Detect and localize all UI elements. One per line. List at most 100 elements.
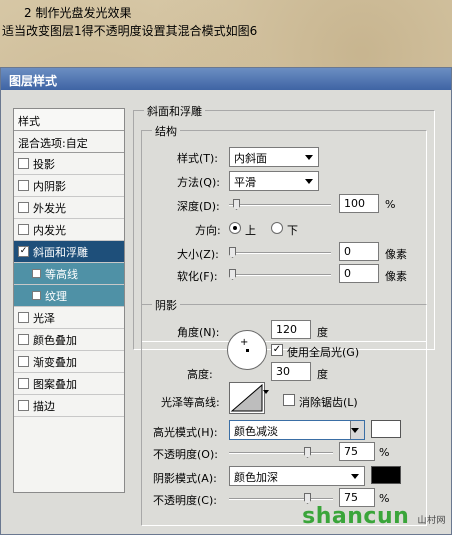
- sidebar-item-pattern-overlay[interactable]: 图案叠加: [14, 373, 124, 395]
- texture-checkbox[interactable]: [32, 291, 41, 300]
- sidebar-item-color-overlay[interactable]: 颜色叠加: [14, 329, 124, 351]
- sidebar-item-outer-glow[interactable]: 外发光: [14, 197, 124, 219]
- sidebar-item-stroke[interactable]: 描边: [14, 395, 124, 417]
- global-light-label: 使用全局光(G): [287, 346, 360, 359]
- highlight-mode-select[interactable]: 颜色减淡: [229, 420, 365, 440]
- anti-aliased-checkbox[interactable]: [283, 394, 295, 406]
- altitude-label: 高度:: [187, 368, 213, 381]
- satin-checkbox[interactable]: [18, 312, 29, 323]
- direction-up-radio[interactable]: [229, 222, 241, 234]
- highlight-mode-value: 颜色减淡: [234, 425, 278, 438]
- highlight-opacity-input[interactable]: 75: [339, 442, 375, 461]
- shadow-mode-value: 颜色加深: [234, 471, 278, 484]
- contour-curve-icon: [230, 383, 263, 412]
- sidebar-item-label: 光泽: [33, 311, 55, 325]
- sidebar-item-label: 斜面和浮雕: [33, 245, 88, 259]
- color-overlay-checkbox[interactable]: [18, 334, 29, 345]
- sidebar-item-label: 等高线: [45, 267, 78, 281]
- watermark-text: shancun: [302, 504, 410, 529]
- blending-options-item[interactable]: 混合选项:自定: [14, 131, 124, 153]
- size-input[interactable]: 0: [339, 242, 379, 261]
- altitude-input[interactable]: 30: [271, 362, 311, 381]
- shadow-color-swatch[interactable]: [371, 466, 401, 484]
- angle-unit: 度: [317, 326, 328, 339]
- styles-header[interactable]: 样式: [14, 109, 124, 131]
- watermark-suffix: 山村网: [417, 516, 446, 526]
- technique-label: 方法(Q):: [177, 176, 220, 189]
- depth-input[interactable]: 100: [339, 194, 379, 213]
- sidebar-item-label: 内阴影: [33, 179, 66, 193]
- bevel-emboss-checkbox[interactable]: ✓: [18, 246, 29, 257]
- shadow-opacity-label: 不透明度(C):: [153, 494, 217, 507]
- soften-unit: 像素: [385, 270, 407, 283]
- direction-down-radio[interactable]: [271, 222, 283, 234]
- global-light-checkbox[interactable]: ✓: [271, 344, 283, 356]
- style-select[interactable]: 内斜面: [229, 147, 319, 167]
- highlight-mode-label: 高光模式(H):: [153, 426, 218, 439]
- chevron-down-icon: [305, 179, 313, 184]
- depth-unit: %: [385, 198, 396, 211]
- shadow-opacity-value: 75: [344, 491, 358, 504]
- crosshair-icon: +: [240, 337, 249, 348]
- highlight-opacity-slider[interactable]: [229, 447, 333, 458]
- chevron-down-icon: [351, 474, 359, 479]
- angle-dial[interactable]: +: [227, 330, 267, 370]
- highlight-opacity-unit: %: [379, 446, 390, 459]
- direction-up-label: 上: [245, 224, 256, 237]
- sidebar-item-label: 颜色叠加: [33, 333, 77, 347]
- soften-input[interactable]: 0: [339, 264, 379, 283]
- style-select-value: 内斜面: [234, 152, 267, 165]
- soften-value: 0: [344, 267, 351, 280]
- size-slider[interactable]: [229, 247, 331, 258]
- pattern-overlay-checkbox[interactable]: [18, 378, 29, 389]
- highlight-color-swatch[interactable]: [371, 420, 401, 438]
- gloss-contour-picker[interactable]: [229, 382, 265, 414]
- depth-slider[interactable]: [229, 199, 331, 210]
- size-value: 0: [344, 245, 351, 258]
- style-list: 样式 混合选项:自定 投影 内阴影 外发光 内发光 ✓ 斜面和浮雕 等高线 纹理: [13, 108, 125, 493]
- technique-select-value: 平滑: [234, 176, 256, 189]
- dialog-title: 图层样式: [1, 68, 451, 90]
- sidebar-item-label: 描边: [33, 399, 55, 413]
- sidebar-item-bevel-emboss[interactable]: ✓ 斜面和浮雕: [14, 241, 124, 263]
- soften-slider[interactable]: [229, 269, 331, 280]
- gloss-contour-label: 光泽等高线:: [161, 396, 220, 409]
- chevron-down-icon[interactable]: [263, 390, 269, 394]
- shadow-mode-select[interactable]: 颜色加深: [229, 466, 365, 486]
- bevel-emboss-title: 斜面和浮雕: [144, 103, 205, 119]
- shadow-opacity-slider[interactable]: [229, 493, 333, 504]
- stroke-checkbox[interactable]: [18, 400, 29, 411]
- altitude-value: 30: [276, 365, 290, 378]
- size-label: 大小(Z):: [177, 248, 219, 261]
- soften-label: 软化(F):: [177, 270, 218, 283]
- sidebar-item-gradient-overlay[interactable]: 渐变叠加: [14, 351, 124, 373]
- sidebar-item-satin[interactable]: 光泽: [14, 307, 124, 329]
- sidebar-item-texture[interactable]: 纹理: [14, 285, 124, 307]
- sidebar-item-drop-shadow[interactable]: 投影: [14, 153, 124, 175]
- highlight-opacity-label: 不透明度(O):: [153, 448, 218, 461]
- contour-checkbox[interactable]: [32, 269, 41, 278]
- altitude-unit: 度: [317, 368, 328, 381]
- sidebar-item-label: 投影: [33, 157, 55, 171]
- direction-down-label: 下: [287, 224, 298, 237]
- inner-glow-checkbox[interactable]: [18, 224, 29, 235]
- angle-value: 120: [276, 323, 297, 336]
- outer-glow-checkbox[interactable]: [18, 202, 29, 213]
- sidebar-item-label: 纹理: [45, 289, 67, 303]
- sidebar-item-label: 内发光: [33, 223, 66, 237]
- inner-shadow-checkbox[interactable]: [18, 180, 29, 191]
- technique-select[interactable]: 平滑: [229, 171, 319, 191]
- sidebar-item-label: 外发光: [33, 201, 66, 215]
- sidebar-item-inner-glow[interactable]: 内发光: [14, 219, 124, 241]
- depth-value: 100: [344, 197, 365, 210]
- gradient-overlay-checkbox[interactable]: [18, 356, 29, 367]
- sidebar-item-inner-shadow[interactable]: 内阴影: [14, 175, 124, 197]
- sidebar-item-contour[interactable]: 等高线: [14, 263, 124, 285]
- drop-shadow-checkbox[interactable]: [18, 158, 29, 169]
- structure-title: 结构: [152, 123, 180, 139]
- sidebar-item-label: 图案叠加: [33, 377, 77, 391]
- angle-input[interactable]: 120: [271, 320, 311, 339]
- sidebar-item-label: 渐变叠加: [33, 355, 77, 369]
- shading-title: 阴影: [152, 297, 180, 313]
- size-unit: 像素: [385, 248, 407, 261]
